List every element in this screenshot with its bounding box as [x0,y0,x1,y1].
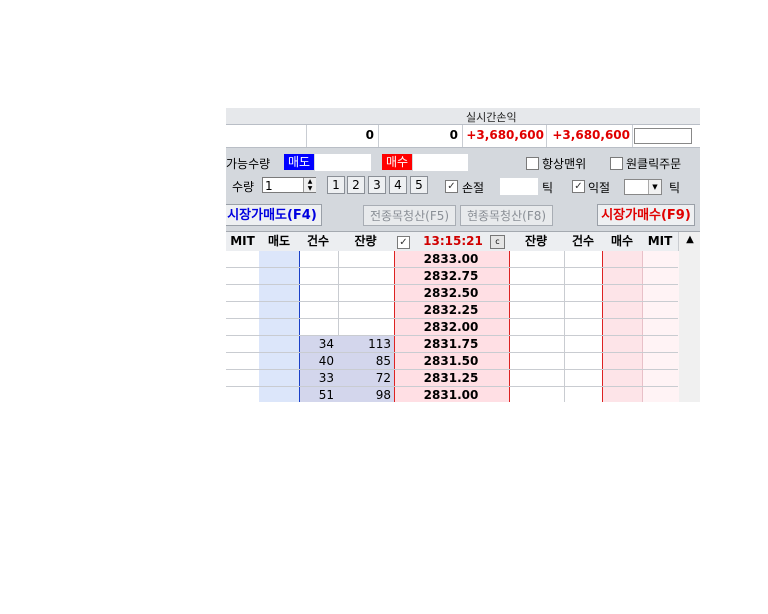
price-cell[interactable]: 2831.50 [394,353,508,370]
orderbook-row: 2832.25 [226,302,678,319]
stop-loss-label: 손절 [462,181,485,195]
header-clock: 13:15:21 [423,234,483,248]
qty-preset-2[interactable]: 2 [347,176,365,194]
orderbook-row: 34 113 2831.75 [226,336,678,353]
header-select-checkbox[interactable]: ✓ [397,236,410,249]
orderbook-scrollbar[interactable]: ▲ [678,232,700,402]
qty-preset-5[interactable]: 5 [410,176,428,194]
market-buy-button[interactable]: 시장가매수(F9) [597,204,695,226]
stop-loss-ticks-field[interactable] [500,178,538,195]
close-all-button[interactable]: 전종목청산(F5) [363,205,456,226]
available-qty-label: 가능수량 [226,157,271,171]
sell-count-cell [300,268,334,285]
market-sell-button[interactable]: 시장가매도(F4) [226,204,322,226]
sell-count-cell: 34 [318,337,334,351]
orderbook-header: MIT 매도 건수 잔량 ✓ 13:15:21 c 잔량 건수 매수 MIT [226,231,700,252]
orderbook-body: 2833.00 2832.75 2832.50 2832.25 2832.00 34 113… [226,251,679,402]
sell-remain-cell [338,268,391,285]
sell-remain-cell: 98 [375,388,391,402]
always-top-label: 항상맨위 [542,157,587,171]
header-remain-sell: 잔량 [354,234,377,248]
summary-divider [306,125,307,147]
sell-remain-cell: 113 [368,337,391,351]
sell-remain-cell [338,251,391,268]
header-sell: 매도 [267,234,291,248]
orderbook-row: 2833.00 [226,251,678,268]
qty-preset-3[interactable]: 3 [368,176,386,194]
orderbook-row: 2832.00 [226,319,678,336]
orderbook-row: 33 72 2831.25 [226,370,678,387]
take-profit-tick-label: 틱 [669,181,681,195]
summary-field[interactable] [634,128,692,144]
summary-header-realtime-pl: 실시간손익 [466,111,517,124]
sell-count-cell: 51 [318,388,334,402]
qty-preset-4[interactable]: 4 [389,176,407,194]
summary-total-pl: +3,680,600 [552,128,630,142]
one-click-checkbox[interactable] [610,157,623,170]
price-cell[interactable]: 2831.00 [394,387,508,402]
sell-remain-cell: 72 [375,371,391,385]
order-panel: 실시간손익 0 0 +3,680,600 +3,680,600 가능수량 매도 … [226,108,700,402]
sell-count-cell [300,319,334,336]
sell-count-cell: 40 [318,354,334,368]
header-mit-buy: MIT [647,234,673,248]
one-click-label: 원클릭주문 [626,157,682,171]
close-current-button[interactable]: 현종목청산(F8) [460,205,553,226]
sell-count-cell [300,285,334,302]
price-cell[interactable]: 2832.00 [394,319,508,336]
header-mit-sell: MIT [230,234,255,248]
header-buy: 매수 [610,234,634,248]
summary-divider [378,125,379,147]
check-icon: ✓ [399,237,408,248]
price-cell[interactable]: 2832.50 [394,285,508,302]
take-profit-ticks-select[interactable]: ▼ [624,179,662,195]
center-button[interactable]: c [490,235,505,249]
summary-realtime-pl: +3,680,600 [466,128,544,142]
price-cell[interactable]: 2832.25 [394,302,508,319]
buy-tag: 매수 [382,154,412,170]
sell-remain-cell [338,302,391,319]
summary-header: 실시간손익 [226,108,700,124]
sell-count-cell [300,251,334,268]
price-cell[interactable]: 2831.75 [394,336,508,353]
sell-count-cell: 33 [318,371,334,385]
summary-qty-b: 0 [449,128,458,142]
price-cell[interactable]: 2833.00 [394,251,508,268]
orderbook-row: 40 85 2831.50 [226,353,678,370]
take-profit-checkbox[interactable]: ✓ [572,180,585,193]
sell-remain-cell [338,319,391,336]
qty-label: 수량 [232,180,255,194]
header-remain-buy: 잔량 [524,234,548,248]
check-icon: ✓ [574,181,583,192]
check-icon: ✓ [447,181,456,192]
price-cell[interactable]: 2831.25 [394,370,508,387]
header-count-buy: 건수 [571,234,595,248]
summary-row: 0 0 +3,680,600 +3,680,600 [226,124,700,148]
summary-divider [546,125,547,147]
scroll-up-icon[interactable]: ▲ [679,234,700,245]
take-profit-label: 익절 [588,181,611,195]
stop-loss-checkbox[interactable]: ✓ [445,180,458,193]
qty-spinner[interactable]: ▲ ▼ [303,178,316,192]
summary-divider [632,125,633,147]
always-top-checkbox[interactable] [526,157,539,170]
stop-loss-tick-label: 틱 [542,181,554,195]
sell-tag: 매도 [284,154,314,170]
sell-remain-cell: 85 [375,354,391,368]
orderbook-row: 51 98 2831.00 [226,387,678,402]
spin-up-icon[interactable]: ▲ [308,178,313,185]
qty-preset-1[interactable]: 1 [327,176,345,194]
chevron-down-icon[interactable]: ▼ [648,180,661,194]
summary-divider [462,125,463,147]
orderbook-row: 2832.75 [226,268,678,285]
header-count-sell: 건수 [306,234,330,248]
sell-available-qty-field [315,154,371,171]
sell-remain-cell [338,285,391,302]
summary-qty-a: 0 [365,128,374,142]
spin-down-icon[interactable]: ▼ [308,185,313,192]
price-cell[interactable]: 2832.75 [394,268,508,285]
orderbook-row: 2832.50 [226,285,678,302]
buy-available-qty-field [413,154,468,171]
sell-count-cell [300,302,334,319]
